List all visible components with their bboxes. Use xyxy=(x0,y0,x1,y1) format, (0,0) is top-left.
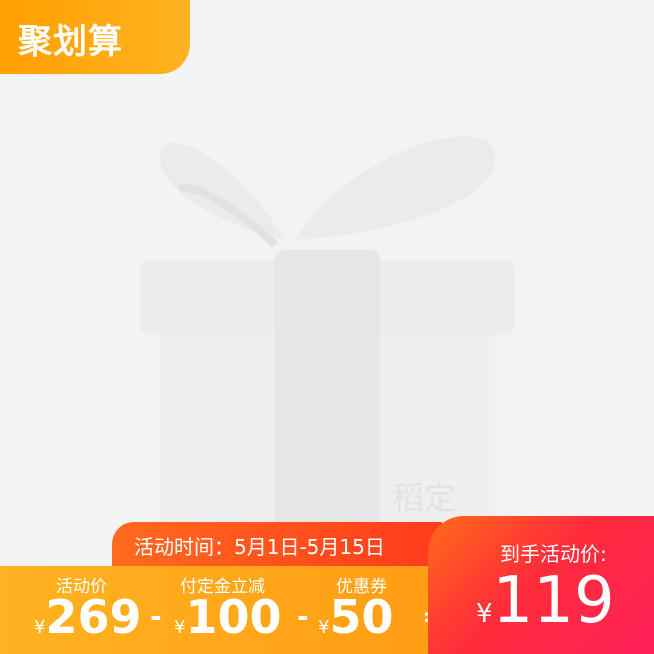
campaign-time-text: 活动时间：5月1日-5月15日 xyxy=(134,535,385,559)
currency-symbol: ¥ xyxy=(476,599,493,629)
price-number: 269 xyxy=(45,590,142,644)
price-value: ¥50 xyxy=(318,590,393,644)
campaign-time-bar: 活动时间：5月1日-5月15日 xyxy=(112,522,442,566)
currency-symbol: ¥ xyxy=(318,617,330,638)
final-price-block: 到手活动价: ¥119 xyxy=(428,516,654,654)
currency-symbol: ¥ xyxy=(174,617,186,638)
price-number: 100 xyxy=(185,590,282,644)
price-breakdown-bar: 活动价 ¥269 - 付定金立减 ¥100 - 优惠券 ¥50 = xyxy=(0,566,470,654)
product-image: 聚划算 稻定 活动时间：5月1日-5月15日 活动价 ¥269 - 付定金立减 … xyxy=(0,0,654,654)
price-number: 50 xyxy=(329,590,394,644)
gift-box-icon xyxy=(120,110,540,530)
juhuasuan-badge: 聚划算 xyxy=(0,0,190,74)
watermark-text: 稻定 xyxy=(392,479,457,517)
final-price-value: ¥119 xyxy=(476,564,615,638)
badge-text: 聚划算 xyxy=(18,22,123,62)
price-value: ¥100 xyxy=(174,590,281,644)
final-price-number: 119 xyxy=(492,564,615,638)
currency-symbol: ¥ xyxy=(34,617,46,638)
price-value: ¥269 xyxy=(34,590,141,644)
final-price-label: 到手活动价: xyxy=(500,542,607,566)
minus-operator: - xyxy=(150,600,162,633)
minus-operator: - xyxy=(297,600,309,633)
